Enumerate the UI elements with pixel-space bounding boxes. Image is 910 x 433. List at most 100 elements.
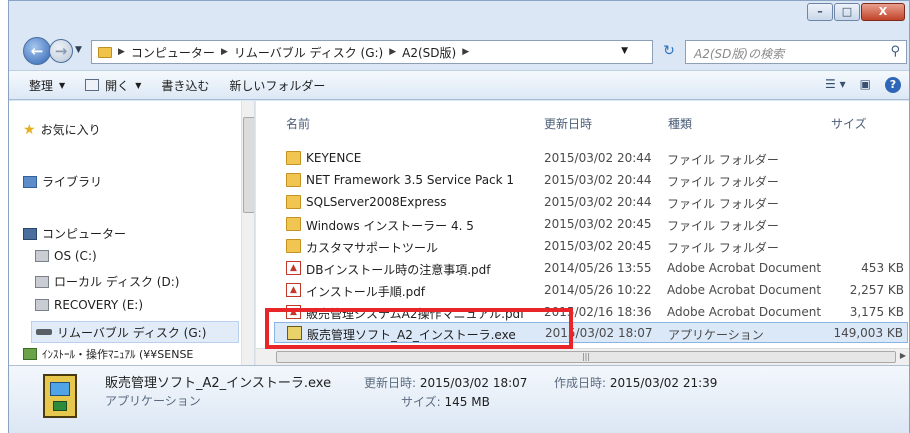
refresh-button[interactable]: ↻ [657,40,681,64]
horizontal-scrollbar[interactable]: ||| ▶ [256,348,909,365]
highlight-box [265,308,573,349]
file-row[interactable]: KEYENCE 2015/03/02 20:44 ファイル フォルダー [274,148,908,169]
file-name: KEYENCE [306,151,362,165]
horizontal-scroll-thumb[interactable]: ||| [276,351,896,363]
file-row[interactable]: カスタマサポートツール 2015/03/02 20:45 ファイル フォルダー [274,236,908,257]
nav-drive-e[interactable]: RECOVERY (E:) [35,298,143,312]
chevron-right-icon[interactable]: ▶ [462,47,469,57]
open-button[interactable]: 開く ▼ [85,77,141,94]
network-drive-icon [23,348,37,360]
file-type: ファイル フォルダー [667,219,779,233]
command-bar: 整理 ▼ 開く ▼ 書き込む 新しいフォルダー ☰ ▾ ▣ ? [9,70,909,100]
nav-scrollbar[interactable] [241,101,254,365]
details-pane: 販売管理ソフト_A2_インストーラ.exe アプリケーション 更新日時: 201… [9,365,909,433]
organize-button[interactable]: 整理 ▼ [29,77,65,94]
column-header-size[interactable]: サイズ [831,115,867,132]
drive-icon [35,299,49,311]
file-name: NET Framework 3.5 Service Pack 1 [306,173,515,187]
file-size: 3,175 KB [849,305,904,319]
open-icon [85,79,100,91]
preview-pane-icon[interactable]: ▣ [860,77,871,93]
folder-icon [286,151,301,165]
forward-button[interactable]: → [49,39,73,63]
chevron-down-icon: ▼ [59,80,66,90]
new-folder-button[interactable]: 新しいフォルダー [229,77,325,94]
nav-libraries[interactable]: ライブラリ [23,173,102,190]
file-type: ファイル フォルダー [667,153,779,167]
nav-network-label: ｲﾝｽﾄｰﾙ・操作ﾏﾆｭｱﾙ (¥¥SENSE [42,348,194,361]
scroll-right-icon[interactable]: ▶ [900,351,906,360]
file-size: 149,003 KB [833,326,903,340]
nav-favorites[interactable]: ★ お気に入り [23,121,101,138]
address-row: ← → ▼ ▶ コンピューター ▶ リムーバブル ディスク (G:) ▶ A2(… [9,36,909,68]
maximize-button[interactable]: □ [834,3,860,21]
nav-drive-c-label: OS (C:) [54,249,97,263]
drive-icon [35,275,49,288]
file-type: アプリケーション [668,328,764,342]
column-header-name[interactable]: 名前 [286,115,310,132]
file-date: 2015/03/02 20:44 [544,151,652,165]
file-row[interactable]: SQLServer2008Express 2015/03/02 20:44 ファ… [274,192,908,213]
nav-drive-g[interactable]: リムーバブル ディスク (G:) [31,321,239,343]
file-type: ファイル フォルダー [667,175,779,189]
chevron-right-icon[interactable]: ▶ [221,47,228,57]
details-created-label: 作成日時: [554,376,607,390]
installer-large-icon [43,374,77,418]
search-input[interactable]: A2(SD版)の検索 ⚲ [685,40,907,64]
close-icon: X [878,5,888,18]
history-dropdown-icon[interactable]: ▼ [75,45,82,55]
nav-drive-g-label: リムーバブル ディスク (G:) [57,325,207,340]
details-modified-label: 更新日時: [364,376,417,390]
library-icon [23,175,37,188]
drive-icon [35,250,49,262]
burn-label: 書き込む [161,78,210,93]
search-icon[interactable]: ⚲ [890,44,900,59]
file-name: DBインストール時の注意事項.pdf [306,263,491,277]
address-bar[interactable]: ▶ コンピューター ▶ リムーバブル ディスク (G:) ▶ A2(SD版) ▶… [91,40,653,64]
file-row[interactable]: ▲ インストール手順.pdf 2014/05/26 10:22 Adobe Ac… [274,280,908,301]
nav-scroll-thumb[interactable] [243,117,254,213]
nav-drive-d[interactable]: ローカル ディスク (D:) [35,273,179,290]
file-row[interactable]: ▲ DBインストール時の注意事項.pdf 2014/05/26 13:55 Ad… [274,258,908,279]
folder-icon [98,46,112,58]
file-name: SQLServer2008Express [306,195,447,209]
file-type: Adobe Acrobat Document [667,283,822,297]
address-dropdown-icon[interactable]: ▼ [621,46,628,56]
nav-libraries-label: ライブラリ [42,175,103,189]
folder-icon [286,195,301,209]
file-size: 453 KB [861,261,904,275]
details-created: 作成日時: 2015/03/02 21:39 [554,374,717,391]
file-date: 2015/03/02 20:44 [544,173,652,187]
folder-icon [286,239,301,253]
nav-computer[interactable]: コンピューター [23,225,126,242]
close-button[interactable]: X [861,3,905,21]
file-name: カスタマサポートツール [306,241,439,255]
view-options-icon[interactable]: ☰ ▾ [825,77,846,93]
organize-label: 整理 [29,78,54,93]
file-row[interactable]: NET Framework 3.5 Service Pack 1 2015/03… [274,170,908,191]
file-row[interactable]: Windows インストーラー 4. 5 2015/03/02 20:45 ファ… [274,214,908,235]
column-header-type[interactable]: 種類 [668,115,692,132]
chevron-right-icon[interactable]: ▶ [118,47,125,57]
minimize-button[interactable]: – [807,3,833,21]
nav-favorites-label: お気に入り [40,123,101,137]
details-modified-value: 2015/03/02 18:07 [419,376,528,390]
breadcrumb-computer[interactable]: コンピューター [131,44,215,61]
details-size-label: サイズ: [401,395,441,409]
folder-icon [286,173,301,187]
nav-drive-e-label: RECOVERY (E:) [54,298,144,312]
file-name: インストール手順.pdf [306,285,426,299]
breadcrumb-a2[interactable]: A2(SD版) [402,44,456,61]
file-date: 2015/03/02 20:45 [544,239,652,253]
breadcrumb-removable-disk[interactable]: リムーバブル ディスク (G:) [234,44,383,61]
nav-network-drive[interactable]: ｲﾝｽﾄｰﾙ・操作ﾏﾆｭｱﾙ (¥¥SENSE [23,346,193,362]
back-button[interactable]: ← [23,37,51,65]
help-icon[interactable]: ? [885,77,901,93]
pdf-icon: ▲ [286,261,301,275]
burn-button[interactable]: 書き込む [161,77,209,94]
navigation-pane: ★ お気に入り ライブラリ コンピューター OS (C:) ローカル ディスク … [9,101,255,365]
nav-drive-c[interactable]: OS (C:) [35,249,97,263]
chevron-right-icon[interactable]: ▶ [389,47,396,57]
column-header-date[interactable]: 更新日時 [544,115,592,132]
details-size: サイズ: 145 MB [401,393,490,410]
